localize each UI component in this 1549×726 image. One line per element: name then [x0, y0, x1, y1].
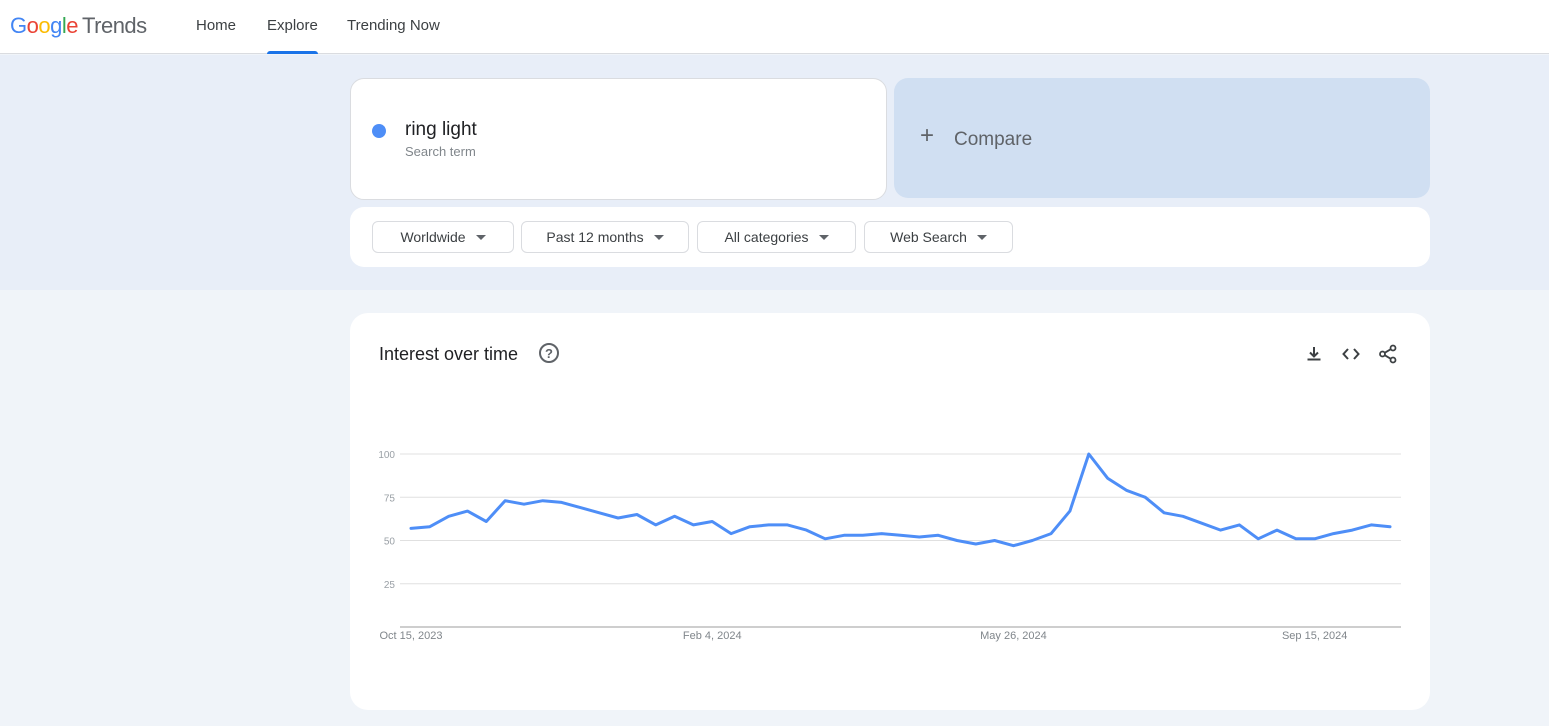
interest-chart: 25 50 75 100 Oct 15, 2023 Feb 4, 2024 May 26, … [378, 450, 1401, 642]
y-tick-label: 100 [378, 450, 395, 461]
y-tick-label: 50 [384, 537, 396, 548]
x-tick-label: Feb 4, 2024 [683, 630, 742, 642]
x-tick-label: Sep 15, 2024 [1282, 630, 1347, 642]
y-tick-label: 75 [384, 493, 396, 504]
x-tick-label: May 26, 2024 [980, 630, 1047, 642]
series-line [409, 452, 1392, 548]
x-tick-label: Oct 15, 2023 [380, 630, 443, 642]
y-tick-label: 25 [384, 580, 396, 591]
